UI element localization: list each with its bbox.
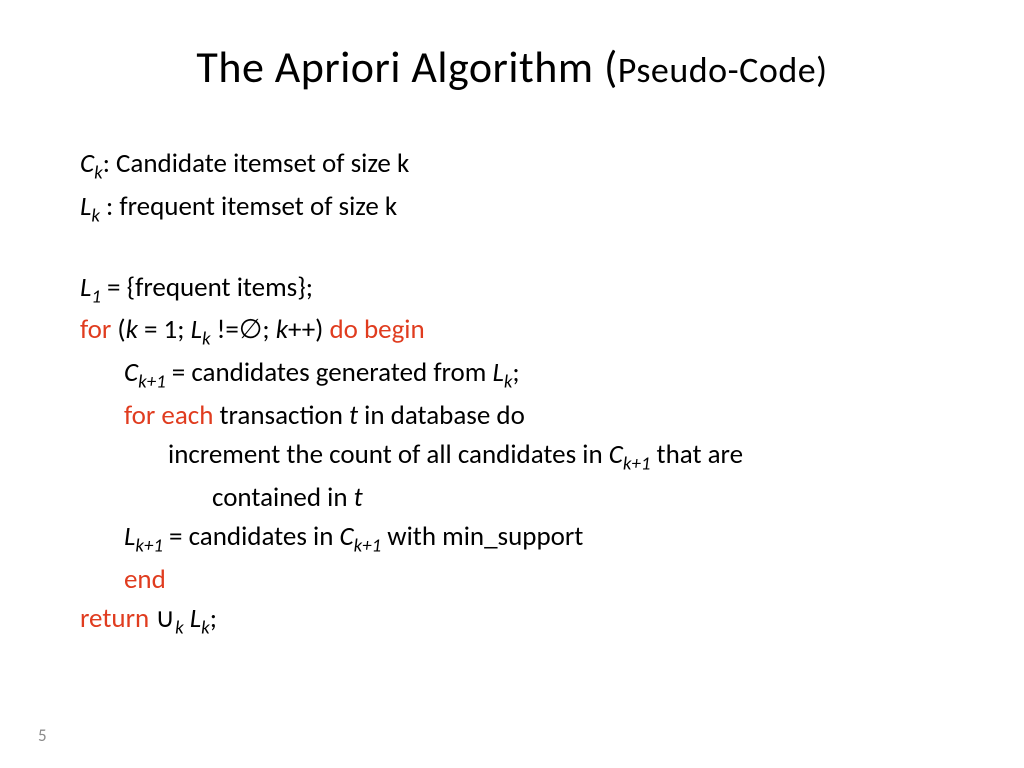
for-pp: ++) — [288, 313, 329, 346]
for-open: ( — [111, 313, 125, 346]
incr-c-sub: k+1 — [623, 453, 651, 476]
for-lk-sub: k — [202, 328, 211, 351]
for-eq1: = 1; — [138, 313, 191, 346]
for-k: k — [126, 313, 138, 346]
return-keyword: return — [80, 602, 149, 635]
union-icon: ∪ — [155, 602, 175, 635]
ck-text: : Candidate itemset of size k — [103, 147, 410, 180]
lk-text: : frequent itemset of size k — [100, 190, 397, 223]
lk-subscript: k — [91, 204, 100, 227]
lk1-sym: L — [124, 520, 135, 553]
end-keyword: end — [124, 563, 166, 596]
ck1-lk-sym: L — [492, 356, 503, 389]
incr-c-sym: C — [609, 438, 623, 471]
ck1-eq: = candidates generated from — [166, 356, 493, 389]
line-l1-init: L1 = {frequent items}; — [80, 268, 944, 311]
for-ne: != — [211, 313, 239, 346]
lk1-c-sub: k+1 — [354, 534, 382, 557]
ck-subscript: k — [94, 161, 103, 184]
l1-sym: L — [80, 271, 91, 304]
slide: The Apriori Algorithm (Pseudo-Code) Ck: … — [0, 0, 1024, 768]
title-sub: Pseudo-Code) — [618, 48, 828, 92]
ret-l: L — [190, 602, 201, 635]
for-keyword: for — [80, 313, 111, 346]
slide-body: Ck: Candidate itemset of size k Lk : fre… — [80, 144, 944, 642]
l1-rest: = {frequent items}; — [101, 271, 313, 304]
foreach-keyword: for each — [124, 399, 213, 432]
def-lk: Lk : frequent itemset of size k — [80, 187, 944, 230]
slide-title: The Apriori Algorithm (Pseudo-Code) — [80, 40, 944, 94]
page-number: 5 — [38, 725, 47, 746]
incr-c-text: contained in — [212, 481, 354, 514]
line-lk1: Lk+1 = candidates in Ck+1 with min_suppo… — [80, 517, 944, 560]
lk-symbol: L — [80, 190, 91, 223]
line-foreach: for each transaction t in database do — [80, 396, 944, 435]
for-lk-sym: L — [191, 313, 202, 346]
incr-a: increment the count of all candidates in — [168, 438, 609, 471]
ck1-sub: k+1 — [138, 371, 166, 394]
def-ck: Ck: Candidate itemset of size k — [80, 144, 944, 187]
line-ck1-gen: Ck+1 = candidates generated from Lk; — [80, 353, 944, 396]
ret-usub: k — [175, 616, 184, 639]
title-main: The Apriori Algorithm ( — [196, 40, 617, 94]
foreach-rest: in database do — [358, 399, 525, 432]
do-begin-keyword: do begin — [329, 313, 424, 346]
line-increment-a: increment the count of all candidates in… — [80, 435, 944, 478]
line-increment-b: contained in t — [80, 478, 944, 517]
for-kpp: k — [276, 313, 288, 346]
ck1-end: ; — [512, 356, 519, 389]
lk1-rest: with min_support — [381, 520, 583, 553]
line-for: for (k = 1; Lk !=∅; k++) do begin — [80, 310, 944, 353]
for-semi: ; — [262, 313, 275, 346]
l1-sub: 1 — [91, 285, 101, 308]
ck1-sym: C — [124, 356, 138, 389]
foreach-t: t — [349, 399, 358, 432]
foreach-mid: transaction — [213, 399, 349, 432]
lk1-sub: k+1 — [135, 534, 163, 557]
incr-b: that are — [650, 438, 743, 471]
ret-end: ; — [210, 602, 217, 635]
line-return: return ∪k Lk; — [80, 599, 944, 642]
ck-symbol: C — [80, 147, 94, 180]
lk1-mid: = candidates in — [163, 520, 340, 553]
incr-t: t — [354, 481, 363, 514]
empty-set-icon: ∅ — [239, 313, 263, 346]
spacer — [80, 230, 944, 268]
ret-lsub: k — [201, 616, 210, 639]
line-end: end — [80, 560, 944, 599]
lk1-c-sym: C — [340, 520, 354, 553]
